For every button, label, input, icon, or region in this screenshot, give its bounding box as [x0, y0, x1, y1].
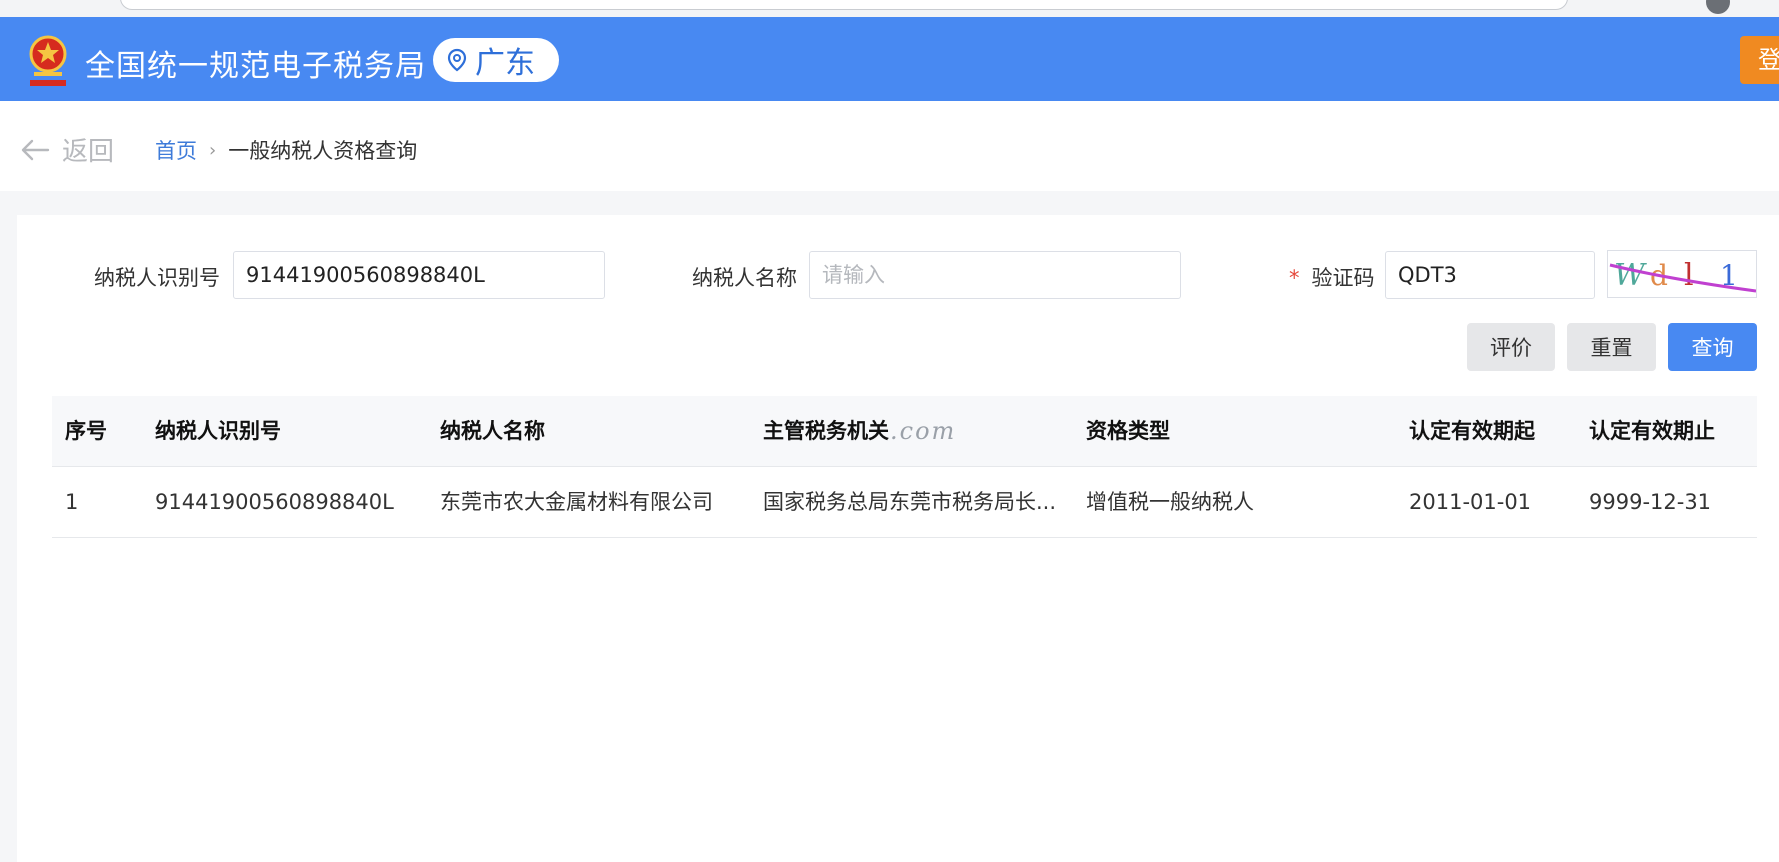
watermark-text: .com: [890, 417, 957, 445]
site-title: 全国统一规范电子税务局: [85, 49, 426, 84]
rate-button[interactable]: 评价: [1467, 323, 1555, 371]
region-selector[interactable]: 广东: [433, 38, 559, 82]
column-header-valid-from: 认定有效期起: [1409, 419, 1535, 443]
breadcrumb-current: 一般纳税人资格查询: [228, 139, 418, 163]
reset-button[interactable]: 重置: [1567, 323, 1656, 371]
profile-icon[interactable]: [1706, 0, 1730, 14]
location-pin-icon: [447, 48, 467, 72]
taxpayer-id-input[interactable]: 91441900560898840L: [233, 251, 605, 299]
cell-valid-from: 2011-01-01: [1409, 490, 1532, 514]
column-header-qualification-type: 资格类型: [1086, 419, 1170, 443]
captcha-glyph-3: l: [1684, 258, 1694, 293]
taxpayer-name-label: 纳税人名称: [692, 266, 797, 290]
column-header-valid-to: 认定有效期止: [1589, 419, 1715, 443]
site-header: 全国统一规范电子税务局 广东 登: [0, 17, 1779, 101]
content-card: [17, 215, 1779, 862]
captcha-input[interactable]: QDT3: [1385, 251, 1595, 299]
column-header-taxpayer-id: 纳税人识别号: [155, 419, 281, 443]
arrow-left-icon: [21, 139, 50, 160]
breadcrumb: 首页 › 一般纳税人资格查询: [155, 135, 417, 165]
region-label: 广东: [475, 46, 535, 81]
breadcrumb-bar: 返回 首页 › 一般纳税人资格查询: [0, 101, 1779, 191]
breadcrumb-separator: ›: [209, 139, 217, 161]
cell-index: 1: [65, 490, 79, 514]
taxpayer-id-label: 纳税人识别号: [94, 266, 220, 290]
captcha-image[interactable]: W d l 1: [1607, 250, 1757, 298]
column-header-index: 序号: [65, 419, 107, 443]
table-row[interactable]: 1 91441900560898840L 东莞市农大金属材料有限公司 国家税务总…: [52, 467, 1757, 538]
taxpayer-name-input[interactable]: 请输入: [809, 251, 1181, 299]
tax-emblem-icon: [29, 35, 67, 86]
back-label: 返回: [62, 137, 115, 167]
login-button[interactable]: 登: [1740, 36, 1779, 84]
cell-valid-to: 9999-12-31: [1589, 490, 1712, 514]
required-mark: *: [1289, 266, 1300, 290]
captcha-glyph-1: W: [1614, 258, 1647, 293]
captcha-drawing: W d l 1: [1609, 258, 1756, 293]
back-button[interactable]: 返回: [20, 131, 114, 168]
cell-qualification-type: 增值税一般纳税人: [1086, 490, 1254, 514]
cell-taxpayer-id: 91441900560898840L: [155, 490, 394, 514]
cell-taxpayer-name: 东莞市农大金属材料有限公司: [440, 490, 713, 514]
breadcrumb-home-link[interactable]: 首页: [155, 135, 197, 165]
column-header-taxpayer-name: 纳税人名称: [440, 419, 545, 443]
cell-tax-authority: 国家税务总局东莞市税务局长...: [763, 490, 1057, 514]
query-button[interactable]: 查询: [1668, 323, 1757, 371]
address-bar[interactable]: [120, 0, 1568, 10]
captcha-label: 验证码: [1311, 266, 1375, 290]
browser-strip: [0, 0, 1779, 17]
captcha-label-wrap: * 验证码: [1289, 262, 1375, 292]
